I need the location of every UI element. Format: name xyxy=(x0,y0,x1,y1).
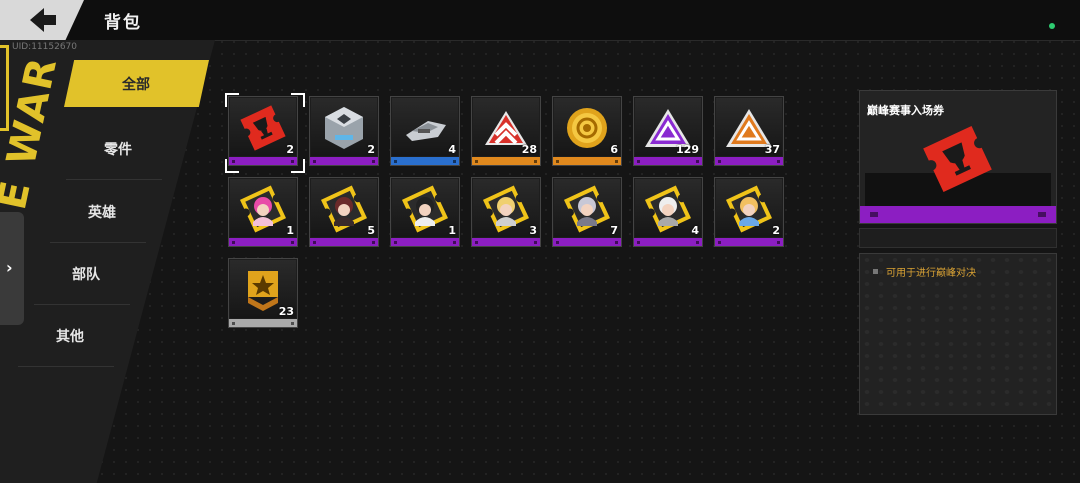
item-count: 4 xyxy=(691,224,699,237)
top-bar: 背包 xyxy=(0,0,1080,41)
rarity-bar xyxy=(553,157,621,165)
hero-ticket-blue-icon xyxy=(725,185,773,233)
status-dot xyxy=(1049,23,1055,29)
uid-label: UID:11152670 xyxy=(12,42,78,52)
rarity-bar xyxy=(472,238,540,246)
divider xyxy=(66,179,162,180)
rarity-bar xyxy=(310,157,378,165)
inventory-item[interactable]: 129 xyxy=(633,96,703,166)
item-detail-panel: 巅峰赛事入场券 xyxy=(859,90,1057,224)
rarity-bar xyxy=(472,157,540,165)
tab-other[interactable]: 其他 xyxy=(56,326,84,346)
chevron-right-icon: › xyxy=(6,258,13,277)
item-count: 2 xyxy=(286,143,294,156)
rarity-bar xyxy=(229,238,297,246)
silver-chest-icon xyxy=(325,107,363,149)
hero-ticket-blonde-icon xyxy=(482,185,530,233)
item-count: 28 xyxy=(521,143,537,156)
divider xyxy=(50,242,146,243)
rarity-bar xyxy=(310,238,378,246)
tab-heroes[interactable]: 英雄 xyxy=(88,202,116,222)
rarity-bar xyxy=(860,206,1056,223)
hero-ticket-white-icon xyxy=(644,185,692,233)
inventory-item[interactable]: 28 xyxy=(471,96,541,166)
inventory-item[interactable]: 23 xyxy=(228,258,298,328)
rarity-bar xyxy=(229,157,297,165)
rarity-bar xyxy=(391,157,459,165)
item-count: 37 xyxy=(764,143,780,156)
detail-strip xyxy=(859,228,1057,248)
inventory-item[interactable]: 2 xyxy=(309,96,379,166)
inventory-item[interactable]: 2 xyxy=(714,177,784,247)
item-count: 4 xyxy=(448,143,456,156)
divider xyxy=(34,304,130,305)
item-count: 1 xyxy=(286,224,294,237)
item-count: 129 xyxy=(676,143,699,156)
inventory-item[interactable]: 4 xyxy=(633,177,703,247)
item-count: 7 xyxy=(610,224,618,237)
rarity-bar xyxy=(553,238,621,246)
inventory-item[interactable]: 37 xyxy=(714,96,784,166)
item-count: 2 xyxy=(772,224,780,237)
rarity-bar xyxy=(634,238,702,246)
hero-ticket-dark-icon xyxy=(320,185,368,233)
gold-coin-icon xyxy=(567,108,607,148)
item-description: 可用于进行巅峰对决 xyxy=(886,268,976,279)
tab-all[interactable]: 全部 xyxy=(64,60,209,107)
inventory-item[interactable]: 1 xyxy=(390,177,460,247)
selection-corner xyxy=(291,93,305,107)
item-count: 3 xyxy=(529,224,537,237)
page-title: 背包 xyxy=(104,13,142,33)
rarity-bar xyxy=(391,238,459,246)
inventory-item[interactable]: 5 xyxy=(309,177,379,247)
hero-ticket-pink-icon xyxy=(239,185,287,233)
back-arrow-icon xyxy=(30,8,56,32)
item-description-box: 可用于进行巅峰对决 xyxy=(859,253,1057,415)
red-ticket-icon xyxy=(923,125,992,193)
inventory-item[interactable]: 6 xyxy=(552,96,622,166)
item-count: 23 xyxy=(278,305,294,318)
rarity-bar xyxy=(715,238,783,246)
item-count: 6 xyxy=(610,143,618,156)
inventory-item[interactable]: 7 xyxy=(552,177,622,247)
tab-troops[interactable]: 部队 xyxy=(72,264,100,284)
item-count: 1 xyxy=(448,224,456,237)
red-ticket-icon xyxy=(240,105,286,151)
tab-parts[interactable]: 零件 xyxy=(104,139,132,159)
selection-corner xyxy=(291,159,305,173)
item-name: 巅峰赛事入场券 xyxy=(867,104,944,117)
hero-ticket-black-icon xyxy=(401,185,449,233)
metal-parts-icon xyxy=(406,121,446,141)
rarity-bar xyxy=(715,157,783,165)
expand-handle[interactable]: › xyxy=(0,212,24,325)
back-button[interactable] xyxy=(0,0,84,40)
decor-logo: E WAR xyxy=(0,40,70,240)
item-count: 2 xyxy=(367,143,375,156)
item-count: 5 xyxy=(367,224,375,237)
inventory-item[interactable]: 4 xyxy=(390,96,460,166)
divider xyxy=(18,366,114,367)
rarity-bar xyxy=(229,319,297,327)
inventory-item[interactable]: 3 xyxy=(471,177,541,247)
rarity-bar xyxy=(634,157,702,165)
hero-ticket-silver-icon xyxy=(563,185,611,233)
selection-corner xyxy=(225,93,239,107)
inventory-item[interactable]: 1 xyxy=(228,177,298,247)
selection-corner xyxy=(225,159,239,173)
